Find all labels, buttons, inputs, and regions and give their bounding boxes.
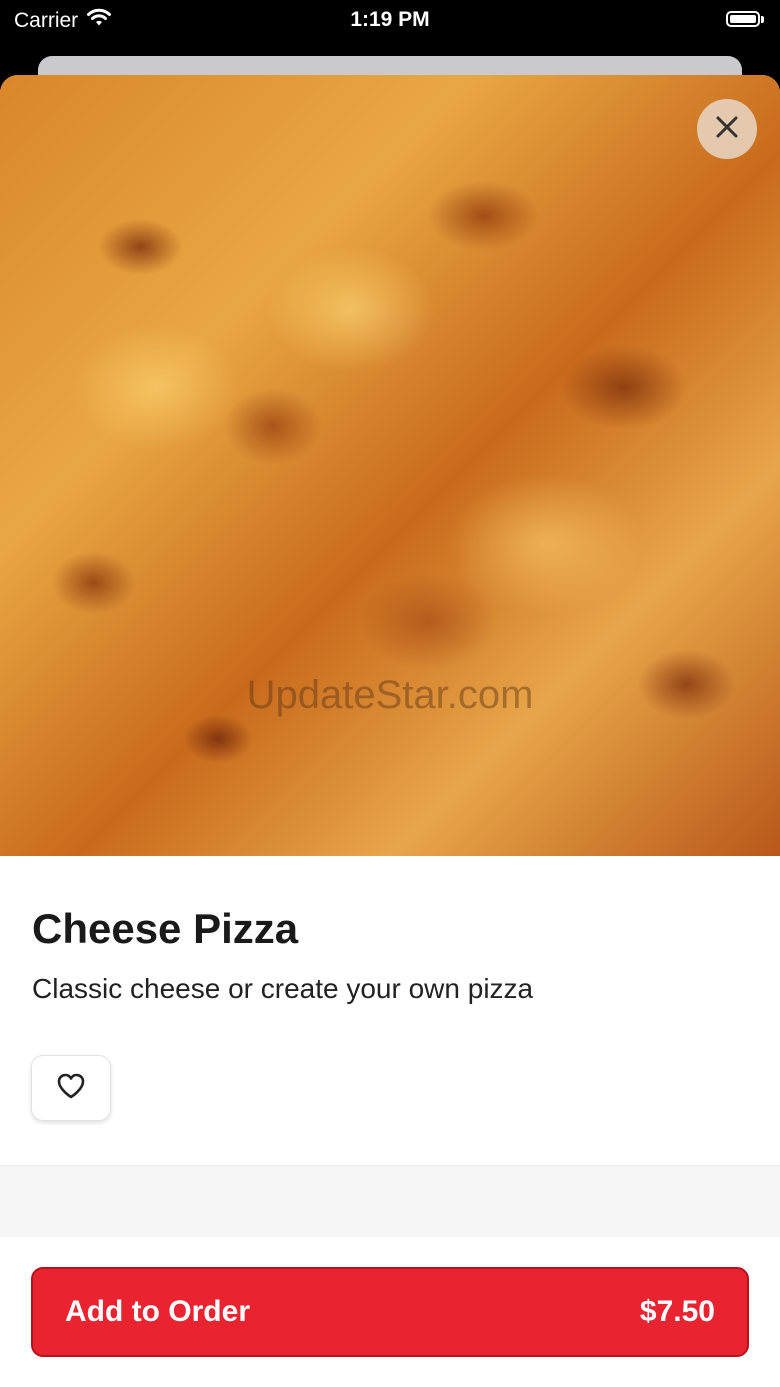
item-price: $7.50 — [639, 1295, 715, 1328]
item-image: UpdateStar.com — [0, 75, 780, 856]
status-bar: Carrier 1:19 PM — [0, 0, 780, 40]
close-button[interactable] — [697, 99, 757, 159]
bottom-action-bar: Add to Order $7.50 — [0, 1237, 780, 1387]
item-detail-sheet: UpdateStar.com Cheese Pizza Classic chee… — [0, 75, 780, 1387]
heart-icon — [56, 1072, 86, 1105]
item-description: Classic cheese or create your own pizza — [32, 973, 534, 1004]
item-title: Cheese Pizza — [32, 905, 299, 952]
close-icon — [714, 114, 740, 145]
section-divider — [0, 1165, 780, 1238]
battery-icon — [726, 9, 766, 29]
favorite-button[interactable] — [31, 1055, 111, 1121]
add-to-order-button[interactable]: Add to Order $7.50 — [31, 1267, 749, 1357]
image-watermark: UpdateStar.com — [246, 673, 534, 717]
add-to-order-label: Add to Order — [65, 1295, 250, 1328]
status-time: 1:19 PM — [350, 8, 430, 31]
